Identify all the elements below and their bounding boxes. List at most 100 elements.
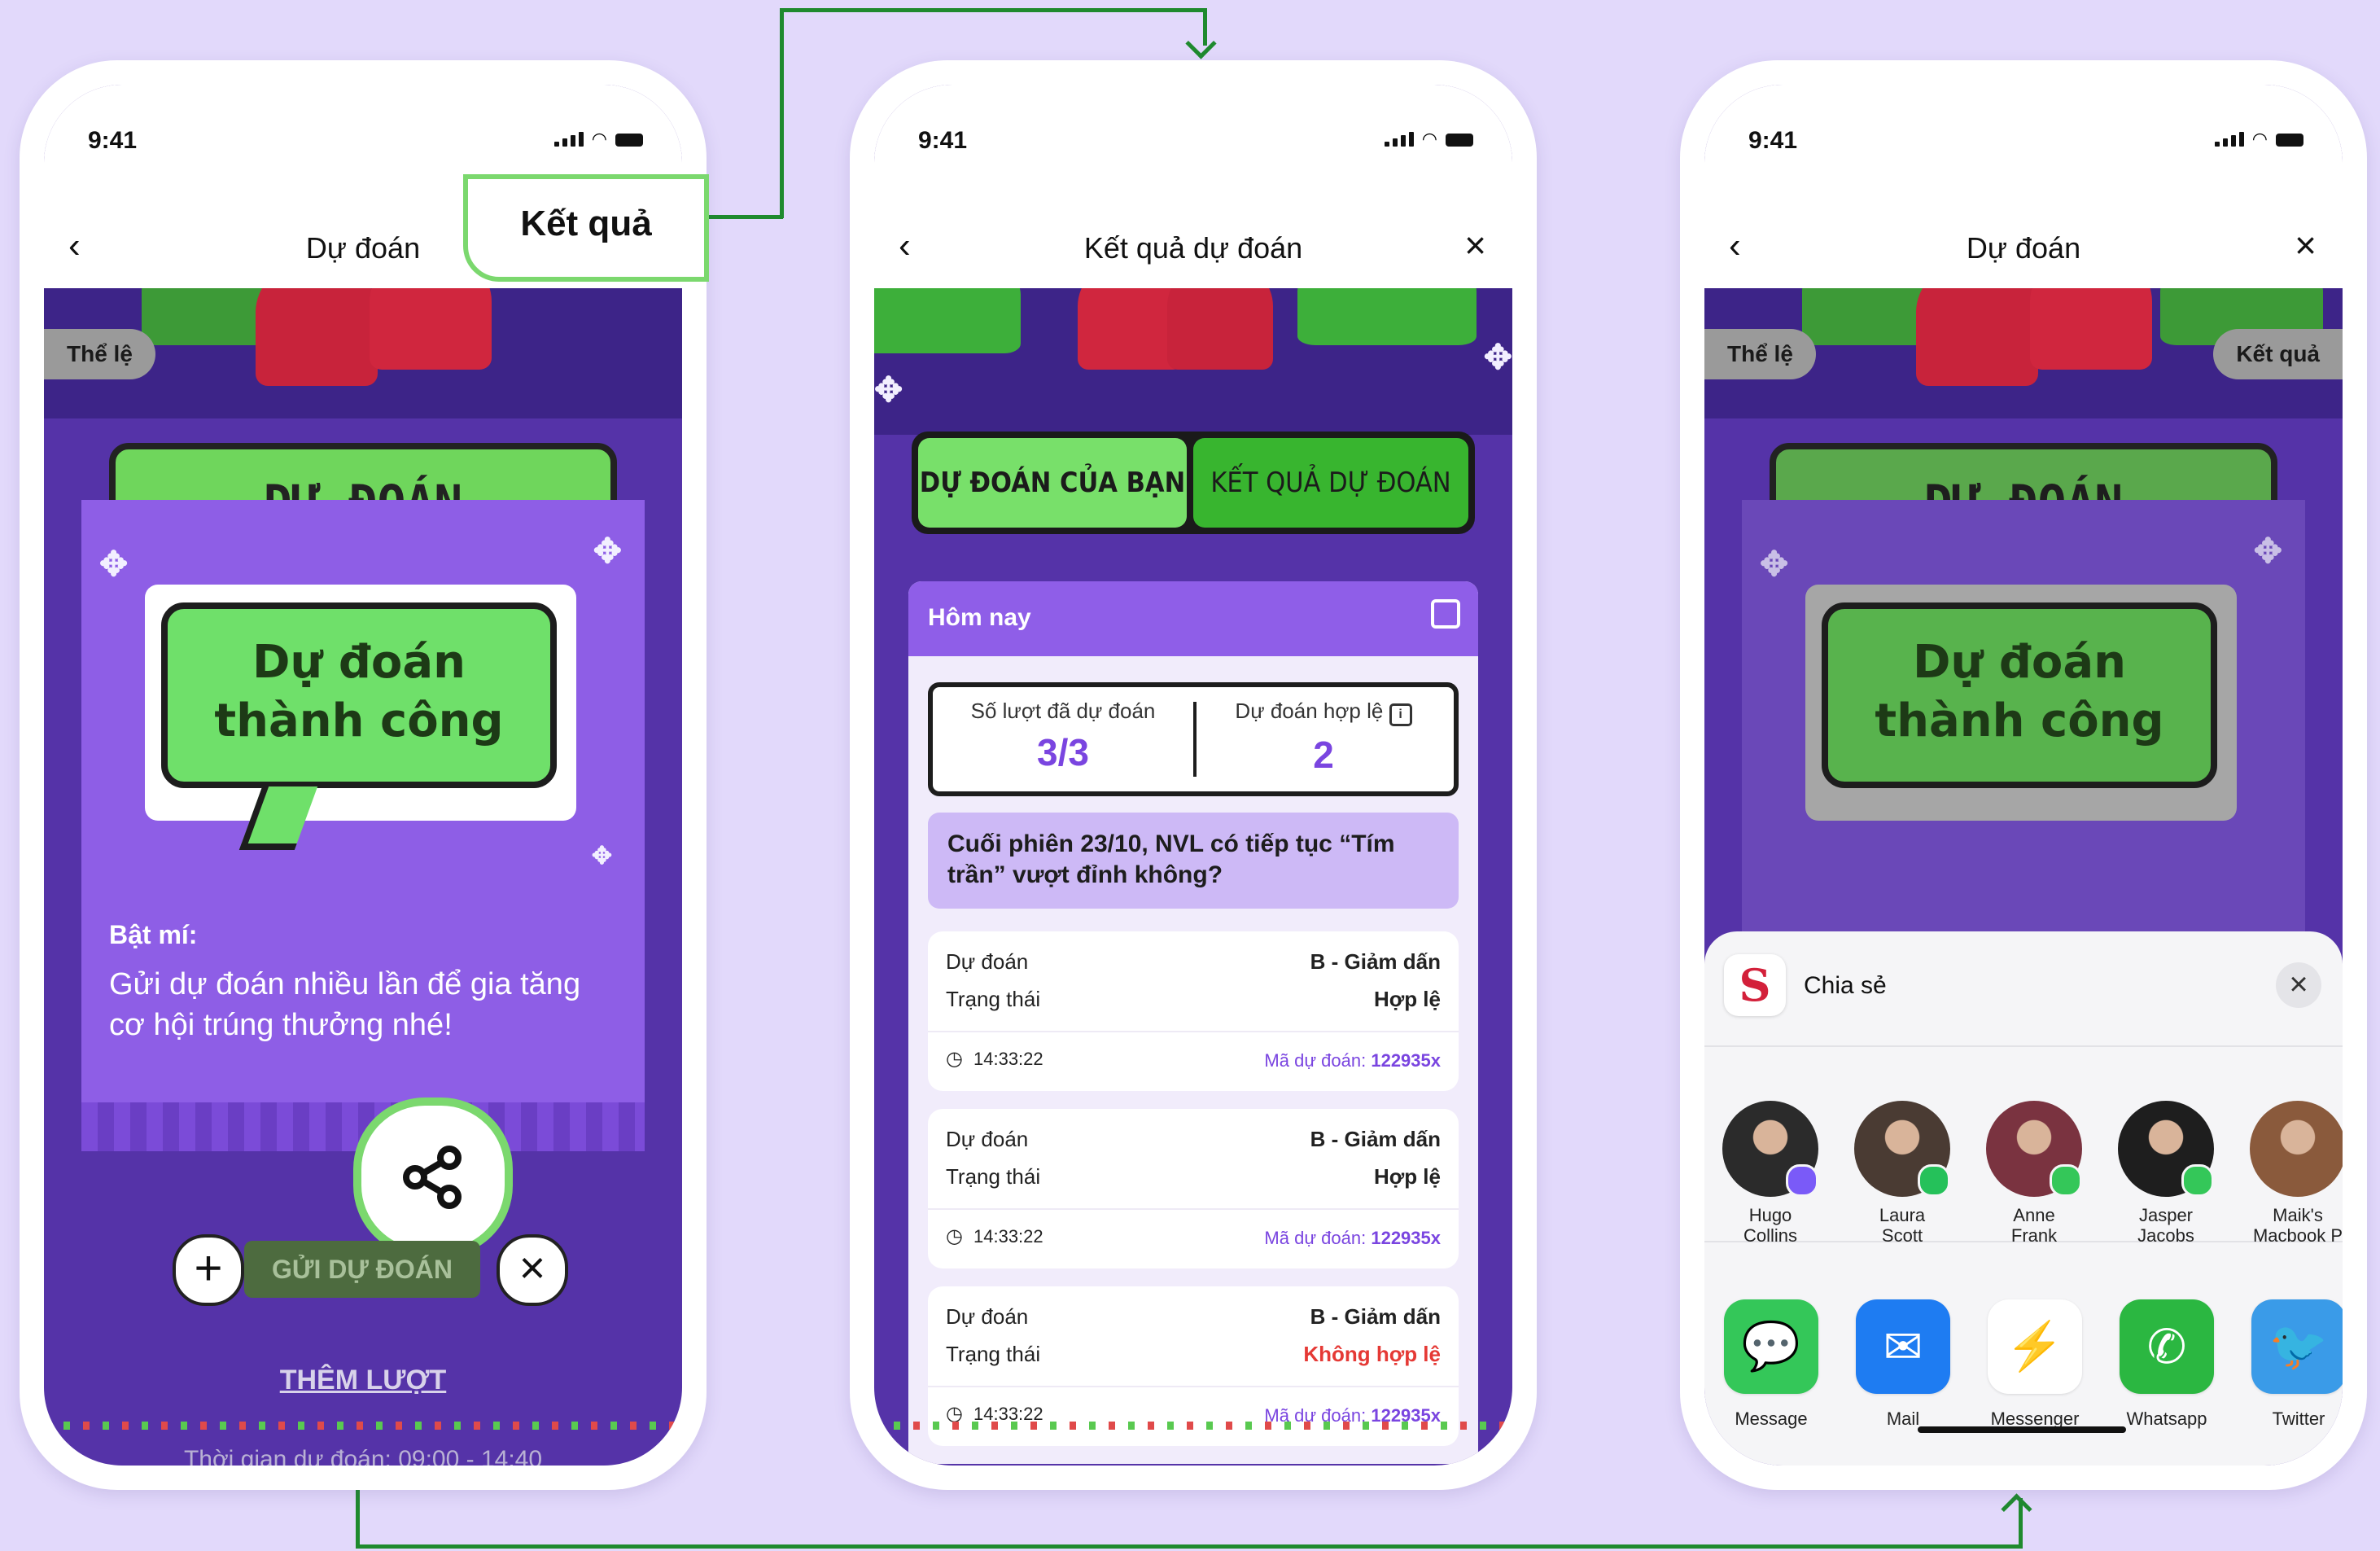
- avatar: [1986, 1101, 2082, 1197]
- share-icon: [403, 1146, 462, 1209]
- twitter-icon: 🐦: [2251, 1299, 2343, 1394]
- close-icon[interactable]: ×: [2295, 226, 2317, 264]
- sparkle-icon: ✥: [2253, 532, 2282, 570]
- result-callout[interactable]: Kết quả: [463, 174, 709, 282]
- tip-heading: Bật mí:: [109, 920, 198, 949]
- share-app[interactable]: ✉ Mail: [1856, 1299, 1950, 1430]
- battery-icon: [615, 134, 643, 147]
- contact-name-line1: Hugo: [1748, 1205, 1792, 1225]
- contact-name-line2: Collins: [1743, 1225, 1798, 1246]
- avatar: [2250, 1101, 2343, 1197]
- more-turns-link[interactable]: THÊM LƯỢT: [44, 1365, 682, 1396]
- share-contact[interactable]: Laura Scott: [1854, 1101, 1950, 1246]
- screen: 9:41 ◠ ‹ Dự đoán × Thể lệ Kết quả DỰ ĐOÁ…: [1704, 85, 2343, 1466]
- phone-prediction-success: 9:41 ◠ ‹ Dự đoán Thể lệ DỰ ĐOÁN ✥ ✥ ✥ D: [20, 60, 709, 1490]
- contact-name-line1: Anne: [2013, 1205, 2055, 1225]
- contact-name-line1: Laura: [1879, 1205, 1926, 1225]
- rules-pill[interactable]: Thể lệ: [44, 329, 155, 379]
- status-value: Hợp lệ: [1373, 987, 1441, 1011]
- tab-prediction-results[interactable]: KẾT QUẢ DỰ ĐOÁN: [1193, 438, 1468, 528]
- stat-count-value: 3/3: [1037, 731, 1089, 773]
- status-time: 9:41: [1748, 127, 1798, 154]
- footer-dots: [44, 1422, 682, 1430]
- prediction-value: B - Giảm dấn: [1310, 949, 1441, 974]
- close-icon[interactable]: ×: [1464, 226, 1486, 264]
- message-badge-icon: [2050, 1164, 2082, 1197]
- contact-name-line2: Macbook P: [2252, 1225, 2343, 1246]
- info-icon[interactable]: i: [1389, 703, 1412, 726]
- status-value: Không hợp lệ: [1303, 1342, 1441, 1366]
- sheet-close-button[interactable]: ×: [2276, 962, 2321, 1008]
- day-label: Hôm nay: [928, 604, 1031, 631]
- share-button[interactable]: [353, 1098, 513, 1257]
- avatar: [2118, 1101, 2214, 1197]
- status-bar: 9:41 ◠: [1704, 85, 2343, 207]
- wifi-icon: ◠: [591, 129, 607, 149]
- bubble-line2: thành công: [1875, 694, 2164, 747]
- mail-icon: ✉: [1856, 1299, 1950, 1394]
- results-tabs: DỰ ĐOÁN CỦA BẠN KẾT QUẢ DỰ ĐOÁN: [912, 432, 1475, 534]
- contact-name-line2: Scott: [1881, 1225, 1923, 1246]
- wifi-icon: ◠: [1421, 129, 1437, 149]
- wifi-icon: ◠: [2251, 129, 2268, 149]
- clock-icon: ◷: [946, 1225, 963, 1247]
- avatar: [1722, 1101, 1818, 1197]
- app-label: Whatsapp: [2126, 1409, 2207, 1429]
- prediction-value: B - Giảm dấn: [1310, 1127, 1441, 1151]
- nav-bar: ‹ Dự đoán ×: [1704, 207, 2343, 288]
- status-icons: ◠: [2214, 129, 2303, 149]
- bubble-line2: thành công: [214, 694, 504, 747]
- sparkle-icon: ✥: [591, 843, 612, 870]
- question-text: Cuối phiên 23/10, NVL có tiếp tục “Tím t…: [947, 830, 1395, 888]
- bubble-line1: Dự đoán: [252, 636, 466, 689]
- sparkle-icon: ✥: [1483, 338, 1512, 376]
- share-app[interactable]: 🐦 Twitter: [2251, 1299, 2343, 1430]
- success-modal: ✥ ✥ ✥ Dự đoán thành công Bật mí: Gửi dự …: [81, 500, 645, 1151]
- share-app[interactable]: ⚡ Messenger: [1988, 1299, 2082, 1430]
- top-decoration: [874, 288, 1512, 435]
- close-button[interactable]: ×: [497, 1234, 568, 1306]
- share-app[interactable]: 💬 Message: [1724, 1299, 1818, 1430]
- contact-name-line2: Jacobs: [2137, 1225, 2194, 1246]
- success-modal-dimmed: ✥ ✥ Dự đoán thành công: [1742, 500, 2305, 956]
- share-title: Chia sẻ: [1804, 972, 1887, 999]
- code-label: Mã dự đoán:: [1264, 1050, 1367, 1071]
- status-icons: ◠: [553, 129, 643, 149]
- page-title: Kết quả dự đoán: [1083, 231, 1303, 265]
- share-app[interactable]: ✆ Whatsapp: [2120, 1299, 2214, 1430]
- tip-body: Gửi dự đoán nhiều lần để gia tăng cơ hội…: [109, 967, 581, 1042]
- prediction-card: Dự đoán B - Giảm dấn Trạng thái Hợp lệ ◷…: [928, 1109, 1459, 1268]
- prediction-label: Dự đoán: [946, 1127, 1029, 1151]
- page-title: Dự đoán: [1966, 231, 2081, 265]
- calendar-icon[interactable]: [1431, 599, 1460, 629]
- share-contact[interactable]: Maik's Macbook P: [2250, 1101, 2343, 1246]
- messenger-badge-icon: [1786, 1164, 1818, 1197]
- prediction-code: 122935x: [1371, 1050, 1441, 1071]
- status-value: Hợp lệ: [1373, 1164, 1441, 1189]
- share-contact[interactable]: Hugo Collins: [1722, 1101, 1818, 1246]
- clock-icon: ◷: [946, 1048, 963, 1070]
- signal-icon: [553, 132, 584, 147]
- screen: 9:41 ◠ ‹ Kết quả dự đoán × ✥ ✥ DỰ ĐOÁN C…: [874, 85, 1512, 1466]
- share-contact[interactable]: Anne Frank: [1986, 1101, 2082, 1246]
- send-button-faded: GỬI DỰ ĐOÁN: [244, 1241, 480, 1298]
- bubble-line1: Dự đoán: [1912, 636, 2127, 689]
- result-pill[interactable]: Kết quả: [2213, 329, 2343, 379]
- stat-valid-value: 2: [1313, 734, 1334, 776]
- prediction-label: Dự đoán: [946, 949, 1029, 974]
- prediction-label: Dự đoán: [946, 1304, 1029, 1329]
- stats-box: Số lượt đã dự đoán 3/3 Dự đoán hợp lệ i …: [928, 682, 1459, 796]
- add-button[interactable]: +: [173, 1234, 244, 1306]
- app-label: Twitter: [2272, 1409, 2325, 1429]
- stat-count-label: Số lượt đã dự đoán: [970, 699, 1156, 723]
- prediction-code: 122935x: [1371, 1228, 1441, 1248]
- tab-your-predictions[interactable]: DỰ ĐOÁN CỦA BẠN: [918, 438, 1187, 528]
- contact-name-line2: Frank: [2010, 1225, 2058, 1246]
- sparkle-icon: ✥: [99, 545, 129, 583]
- rules-pill[interactable]: Thể lệ: [1704, 329, 1816, 379]
- nav-bar: ‹ Kết quả dự đoán ×: [874, 207, 1512, 288]
- share-contact[interactable]: Jasper Jacobs: [2118, 1101, 2214, 1246]
- speech-bubble: Dự đoán thành công: [145, 585, 576, 850]
- signal-icon: [1384, 132, 1414, 147]
- prediction-card: Dự đoán B - Giảm dấn Trạng thái Hợp lệ ◷…: [928, 931, 1459, 1091]
